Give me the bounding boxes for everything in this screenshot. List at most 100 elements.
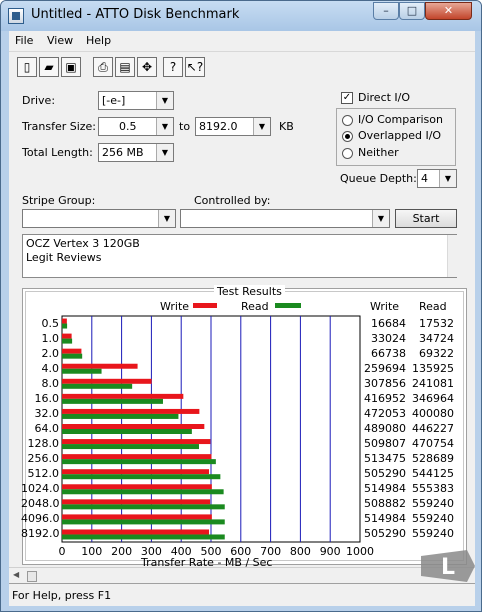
write-value: 509807 bbox=[364, 437, 406, 451]
x-tick-label: 900 bbox=[319, 545, 341, 558]
move-icon[interactable]: ✥ bbox=[137, 57, 157, 77]
stripe-group-label: Stripe Group: bbox=[22, 194, 96, 207]
app-icon[interactable] bbox=[8, 8, 24, 24]
read-value: 559240 bbox=[412, 527, 454, 541]
category-label: 4.0 bbox=[41, 361, 60, 375]
queue-depth-select[interactable]: 4 ▼ bbox=[417, 169, 457, 188]
write-value: 505290 bbox=[364, 527, 406, 541]
category-label: 8192.0 bbox=[21, 527, 60, 541]
toolbar: ▯ ▰ ▣ ⎙ ▤ ✥ ? ↖? bbox=[9, 51, 475, 82]
io-comparison-radio[interactable] bbox=[342, 115, 353, 126]
menu-view[interactable]: View bbox=[47, 34, 73, 47]
drive-select[interactable]: [-e-] ▼ bbox=[98, 91, 174, 110]
menu-help[interactable]: Help bbox=[86, 34, 111, 47]
direct-io-checkbox[interactable]: ✓ bbox=[341, 92, 353, 104]
open-icon[interactable]: ▰ bbox=[39, 57, 59, 77]
controlled-by-select[interactable]: ▼ bbox=[180, 209, 390, 228]
write-bar bbox=[62, 499, 211, 505]
read-bar bbox=[62, 368, 102, 374]
write-bar bbox=[62, 454, 212, 460]
read-value: 69322 bbox=[419, 346, 454, 360]
write-bar bbox=[62, 408, 200, 414]
help-icon[interactable]: ? bbox=[163, 57, 183, 77]
queue-depth-label: Queue Depth: bbox=[340, 172, 417, 185]
category-label: 32.0 bbox=[34, 406, 60, 420]
title-bar[interactable]: Untitled - ATTO Disk Benchmark – □ ✕ bbox=[1, 1, 481, 31]
read-bar bbox=[62, 444, 199, 450]
x-tick-label: 800 bbox=[289, 545, 311, 558]
x-tick-label: 1000 bbox=[346, 545, 374, 558]
transfer-size-label: Transfer Size: bbox=[22, 120, 97, 133]
write-bar bbox=[62, 378, 152, 384]
stripe-group-select[interactable]: ▼ bbox=[22, 209, 176, 228]
chevron-down-icon[interactable]: ▼ bbox=[156, 118, 173, 135]
chevron-down-icon[interactable]: ▼ bbox=[156, 144, 173, 161]
horizontal-scrollbar[interactable]: ◀ bbox=[9, 567, 475, 583]
total-length-select[interactable]: 256 MB ▼ bbox=[98, 143, 174, 162]
neither-label[interactable]: Neither bbox=[358, 146, 399, 159]
total-length-label: Total Length: bbox=[22, 146, 93, 159]
read-value: 446227 bbox=[412, 422, 454, 435]
new-icon[interactable]: ▯ bbox=[17, 57, 37, 77]
total-length-value: 256 MB bbox=[102, 146, 144, 159]
x-tick-label: 0 bbox=[58, 545, 66, 558]
write-bar bbox=[62, 529, 210, 535]
read-value: 470754 bbox=[412, 437, 454, 451]
read-bar bbox=[62, 323, 68, 329]
scroll-thumb[interactable] bbox=[27, 571, 37, 582]
context-help-icon[interactable]: ↖? bbox=[185, 57, 205, 77]
read-bar bbox=[62, 504, 225, 510]
chevron-down-icon[interactable]: ▼ bbox=[158, 210, 175, 227]
print-preview-icon[interactable]: ▤ bbox=[115, 57, 135, 77]
to-label: to bbox=[179, 120, 191, 133]
read-value: 544125 bbox=[412, 467, 454, 481]
category-label: 128.0 bbox=[27, 437, 60, 451]
transfer-max-select[interactable]: 8192.0 ▼ bbox=[195, 117, 271, 136]
x-tick-label: 100 bbox=[81, 545, 103, 558]
print-icon[interactable]: ⎙ bbox=[93, 57, 113, 77]
minimize-button[interactable]: – bbox=[373, 2, 399, 20]
write-value: 505290 bbox=[364, 467, 406, 481]
svg-text:L: L bbox=[441, 555, 455, 580]
read-bar bbox=[62, 534, 225, 540]
read-value: 559240 bbox=[412, 497, 454, 511]
write-value: 513475 bbox=[364, 452, 406, 466]
write-value: 489080 bbox=[364, 422, 406, 435]
read-bar bbox=[62, 519, 225, 525]
close-button[interactable]: ✕ bbox=[425, 2, 472, 20]
start-button[interactable]: Start bbox=[395, 209, 457, 228]
category-label: 512.0 bbox=[27, 467, 60, 481]
chevron-down-icon[interactable]: ▼ bbox=[156, 92, 173, 109]
chevron-down-icon[interactable]: ▼ bbox=[439, 170, 456, 187]
menu-file[interactable]: File bbox=[15, 34, 33, 47]
overlapped-io-radio[interactable] bbox=[342, 131, 353, 142]
category-label: 2.0 bbox=[41, 346, 60, 360]
overlapped-io-label[interactable]: Overlapped I/O bbox=[358, 129, 441, 142]
io-comparison-label[interactable]: I/O Comparison bbox=[358, 113, 443, 126]
write-value: 16684 bbox=[371, 316, 406, 330]
save-icon[interactable]: ▣ bbox=[61, 57, 81, 77]
scroll-left-icon[interactable]: ◀ bbox=[13, 570, 19, 579]
transfer-min-select[interactable]: 0.5 ▼ bbox=[98, 117, 174, 136]
notes-textarea[interactable]: OCZ Vertex 3 120GB Legit Reviews bbox=[22, 234, 457, 278]
category-label: 1024.0 bbox=[21, 482, 60, 496]
controlled-by-label: Controlled by: bbox=[194, 194, 271, 207]
category-label: 2048.0 bbox=[21, 497, 60, 511]
transfer-max-value: 8192.0 bbox=[199, 120, 238, 133]
chevron-down-icon[interactable]: ▼ bbox=[253, 118, 270, 135]
maximize-button[interactable]: □ bbox=[399, 2, 425, 20]
read-bar bbox=[62, 398, 163, 404]
read-bar bbox=[62, 459, 216, 465]
direct-io-label[interactable]: Direct I/O bbox=[358, 91, 410, 104]
write-bar bbox=[62, 333, 72, 339]
category-label: 64.0 bbox=[34, 422, 60, 435]
drive-label: Drive: bbox=[22, 94, 56, 107]
notes-scrollbar[interactable] bbox=[447, 235, 457, 277]
read-value: 241081 bbox=[412, 376, 454, 390]
neither-radio[interactable] bbox=[342, 148, 353, 159]
write-value: 33024 bbox=[371, 331, 406, 345]
chevron-down-icon[interactable]: ▼ bbox=[372, 210, 389, 227]
window-title: Untitled - ATTO Disk Benchmark bbox=[31, 7, 240, 22]
queue-depth-value: 4 bbox=[421, 172, 428, 185]
read-value: 17532 bbox=[419, 316, 454, 330]
